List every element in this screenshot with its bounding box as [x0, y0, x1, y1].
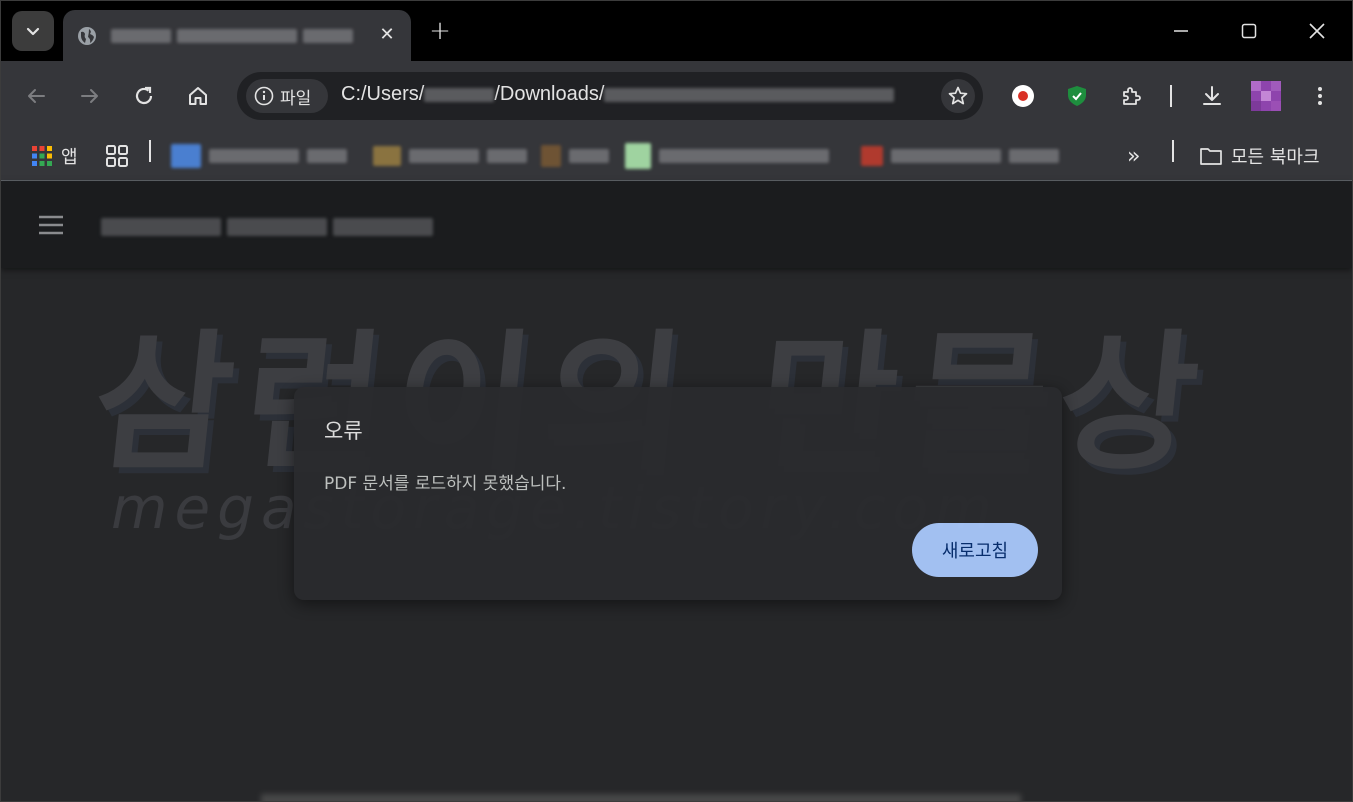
- bookmark-tab-groups[interactable]: [105, 141, 129, 171]
- extensions-button[interactable]: [1115, 79, 1149, 113]
- bookmark-apps-label: 앱: [61, 147, 78, 168]
- avatar: [1251, 81, 1281, 111]
- pdf-toolbar: [1, 182, 1352, 268]
- shield-icon: [1068, 86, 1086, 106]
- close-window-button[interactable]: [1283, 1, 1351, 61]
- maximize-icon: [1241, 23, 1257, 39]
- site-info-chip[interactable]: 파일: [246, 79, 328, 113]
- page-text-redacted: [261, 794, 1021, 801]
- all-bookmarks-label: 모든 북마크: [1231, 147, 1320, 168]
- minimize-button[interactable]: [1147, 1, 1215, 61]
- url-text: C:/Users/ /Downloads/: [341, 83, 895, 106]
- bookmark-item-redacted[interactable]: [861, 141, 1059, 171]
- bookmark-item-redacted[interactable]: [171, 141, 347, 171]
- new-tab-button[interactable]: +: [425, 16, 455, 46]
- close-icon: [1309, 23, 1325, 39]
- reload-icon: [135, 86, 153, 105]
- pdf-viewer: 삼런이의 만물상 megastorage.tistory.com 오류 PDF …: [1, 182, 1352, 801]
- reload-pdf-button[interactable]: 새로고침: [912, 523, 1038, 577]
- record-extension-button[interactable]: [1006, 79, 1040, 113]
- bookmarks-divider: [149, 140, 151, 162]
- bookmark-item-redacted[interactable]: [373, 141, 527, 171]
- all-bookmarks-button[interactable]: 모든 북마크: [1199, 141, 1320, 171]
- url-username-redacted: [424, 87, 495, 102]
- shield-extension-button[interactable]: [1060, 79, 1094, 113]
- url-downloads: /Downloads/: [494, 83, 605, 105]
- bookmark-star-button[interactable]: [941, 79, 975, 113]
- reload-button[interactable]: [127, 79, 161, 113]
- tab-strip: ✕ +: [1, 1, 1352, 61]
- url-filename-redacted: [604, 87, 895, 102]
- arrow-left-icon: [28, 89, 45, 103]
- tab-close-button[interactable]: ✕: [377, 24, 397, 45]
- hamburger-menu-icon[interactable]: [37, 212, 65, 238]
- bookmarks-bar: 앱 » 모든 북마크: [1, 131, 1352, 181]
- home-icon: [189, 87, 207, 105]
- tab-title-redacted: [111, 28, 353, 43]
- menu-button[interactable]: [1303, 79, 1337, 113]
- puzzle-icon: [1123, 87, 1141, 105]
- dialog-title: 오류: [324, 419, 363, 443]
- downloads-button[interactable]: [1195, 79, 1229, 113]
- error-dialog: 오류 PDF 문서를 로드하지 못했습니다. 새로고침: [294, 387, 1062, 600]
- browser-window: ✕ + 파일 C:/Users/ /Downloads/ 앱 » 모든 북마크 …: [0, 0, 1353, 802]
- profile-avatar[interactable]: [1249, 79, 1283, 113]
- apps-grid-icon: [32, 146, 52, 166]
- minimize-icon: [1174, 30, 1188, 32]
- bookmark-item-redacted[interactable]: [625, 141, 829, 171]
- tab-groups-icon: [106, 145, 128, 167]
- back-button[interactable]: [19, 79, 53, 113]
- active-tab[interactable]: ✕: [63, 10, 411, 61]
- arrow-right-icon: [81, 89, 98, 103]
- bookmark-apps[interactable]: 앱: [31, 141, 78, 171]
- bookmarks-divider: [1172, 140, 1174, 162]
- chevron-down-icon: [26, 27, 40, 36]
- forward-button[interactable]: [73, 79, 107, 113]
- address-bar[interactable]: 파일 C:/Users/ /Downloads/: [237, 72, 983, 120]
- site-info-label: 파일: [280, 88, 312, 109]
- info-icon: [254, 86, 274, 106]
- pdf-title-redacted: [101, 218, 433, 236]
- maximize-button[interactable]: [1215, 1, 1283, 61]
- home-button[interactable]: [181, 79, 215, 113]
- url-prefix: C:/Users/: [341, 83, 425, 105]
- download-icon: [1203, 86, 1221, 105]
- toolbar: 파일 C:/Users/ /Downloads/: [1, 61, 1352, 131]
- bookmark-item-redacted[interactable]: [541, 141, 609, 171]
- dialog-message: PDF 문서를 로드하지 못했습니다.: [324, 474, 567, 494]
- star-icon: [948, 86, 968, 105]
- folder-icon: [1200, 148, 1222, 165]
- globe-icon: [78, 26, 96, 45]
- tab-search-button[interactable]: [12, 11, 54, 51]
- more-vertical-icon: [1318, 87, 1322, 105]
- record-icon: [1012, 85, 1034, 107]
- bookmarks-overflow-button[interactable]: »: [1127, 141, 1140, 171]
- toolbar-divider: [1170, 85, 1172, 107]
